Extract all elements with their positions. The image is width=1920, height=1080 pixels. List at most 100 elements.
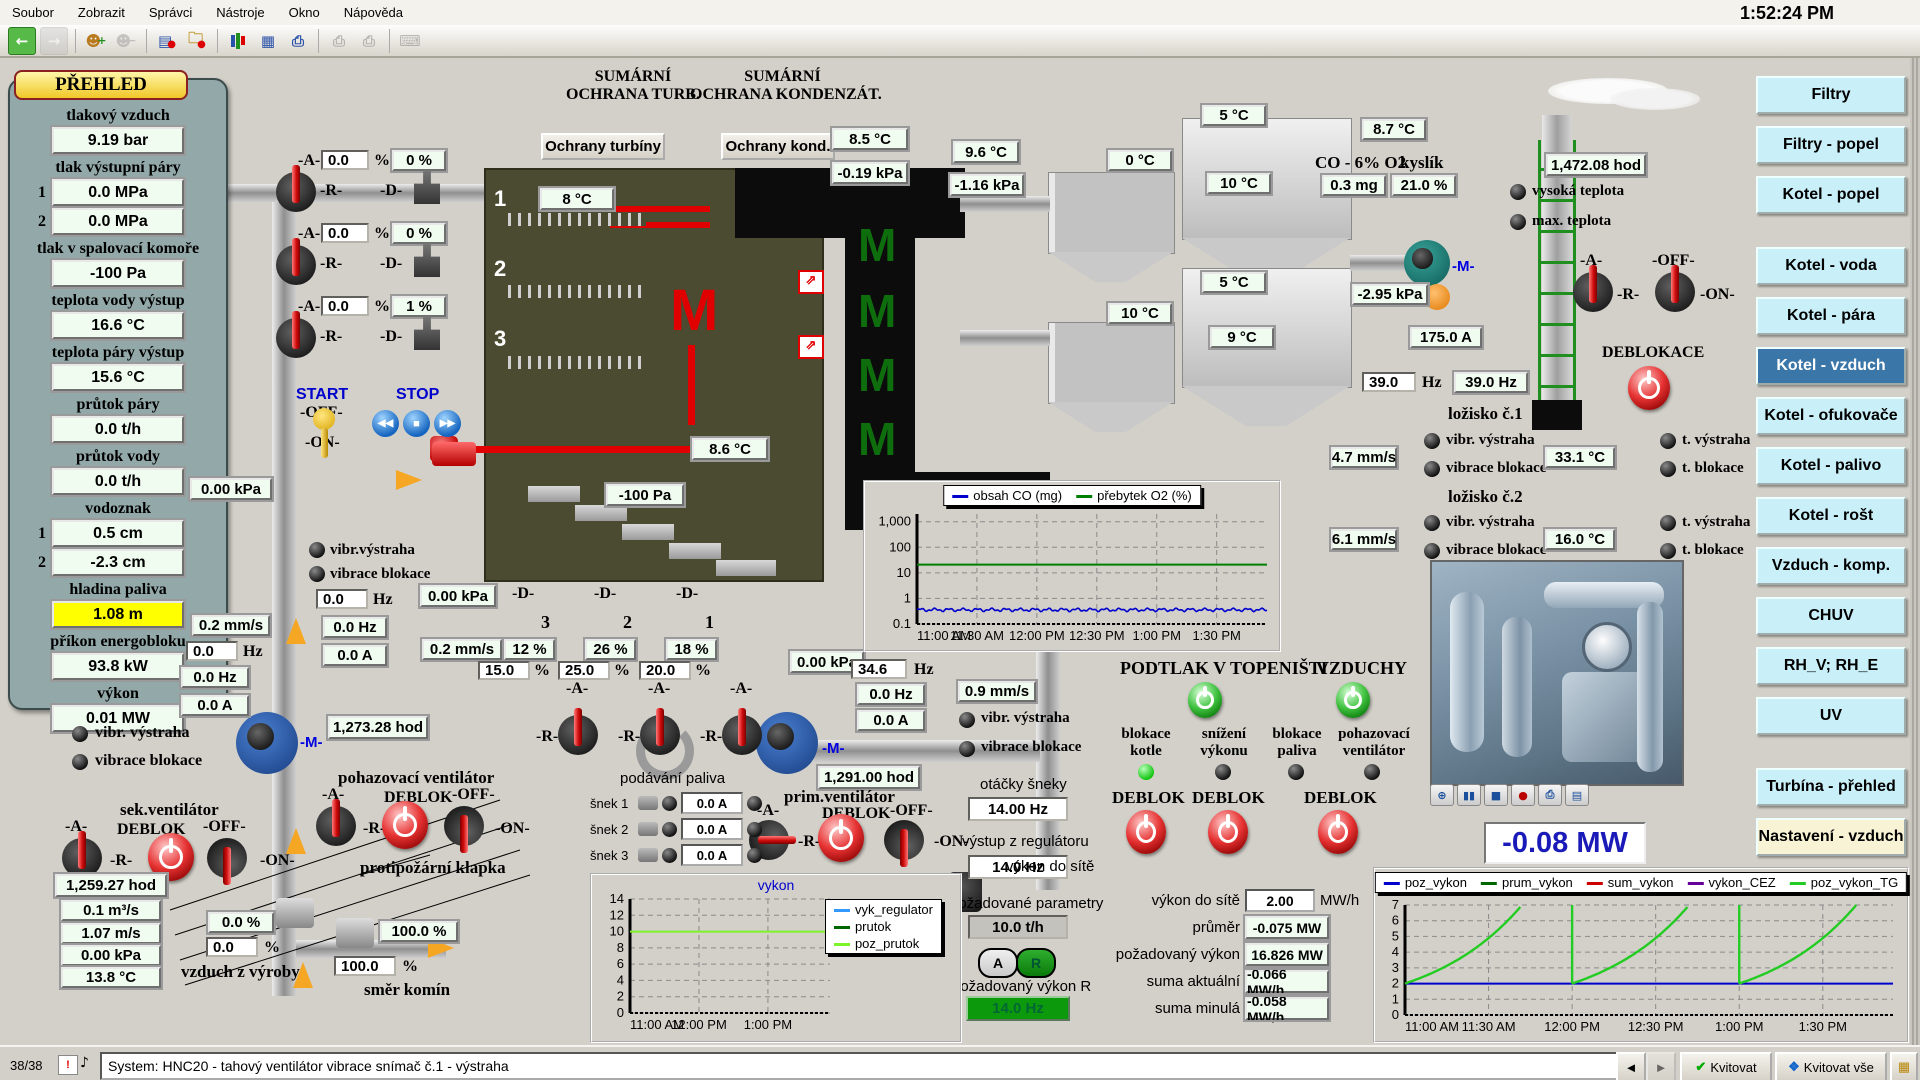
runtime-field: 1,291.00 hod — [818, 766, 920, 789]
deblok-button[interactable] — [1318, 810, 1358, 854]
current-field: 0.0 A — [323, 645, 387, 666]
auto-manual-knob[interactable] — [640, 715, 680, 755]
on-off-knob[interactable] — [444, 806, 484, 846]
alarm-list-button[interactable]: ▦ — [1890, 1052, 1918, 1080]
podtlak-on-button[interactable] — [1188, 682, 1222, 718]
deblok-button[interactable] — [818, 814, 864, 862]
deblokace-button[interactable] — [1628, 366, 1670, 410]
print-preview-icon[interactable]: ⎙ — [356, 28, 382, 54]
on-off-knob[interactable] — [207, 838, 247, 878]
save-icon[interactable]: ▤ — [1565, 784, 1589, 806]
menu-item-soubor[interactable]: Soubor — [0, 2, 66, 23]
key-switch[interactable] — [313, 408, 335, 430]
freq-input[interactable]: 39.0 — [1362, 372, 1416, 392]
forward-icon[interactable]: → — [40, 27, 68, 55]
nav-button-chuv[interactable]: CHUV — [1756, 597, 1906, 635]
on-off-knob[interactable] — [1655, 272, 1695, 312]
vibration-lock-label: vibrace blokace — [95, 752, 202, 770]
menu-item-okno[interactable]: Okno — [277, 2, 332, 23]
alarm-report-icon[interactable]: ▤● — [154, 28, 180, 54]
nav-button-kotel-voda[interactable]: Kotel - voda — [1756, 247, 1906, 285]
nav-button-turb-na-p-ehled[interactable]: Turbína - přehled — [1756, 768, 1906, 806]
nav-button-filtry[interactable]: Filtry — [1756, 76, 1906, 114]
next-alarm-button[interactable]: ► — [1646, 1052, 1676, 1080]
record-icon[interactable]: ● — [1511, 784, 1535, 806]
nav-button-uv[interactable]: UV — [1756, 697, 1906, 735]
auto-pill-button[interactable]: A — [978, 948, 1018, 978]
nav-button-vzduch-komp-[interactable]: Vzduch - komp. — [1756, 547, 1906, 585]
damper-input[interactable]: 20.0 — [639, 661, 691, 680]
menu-item-nápověda[interactable]: Nápověda — [332, 2, 415, 23]
nav-scrollbar[interactable] — [1910, 58, 1920, 1045]
auto-manual-knob[interactable] — [276, 172, 316, 212]
table-icon[interactable]: ▦ — [255, 28, 281, 54]
svg-text:4: 4 — [617, 972, 624, 987]
vzduchy-on-button[interactable] — [1336, 682, 1370, 718]
nav-button-rh-v-rh-e[interactable]: RH_V; RH_E — [1756, 647, 1906, 685]
sound-icon[interactable]: ♪ — [80, 1055, 94, 1073]
forward-button[interactable]: ▶▶ — [434, 410, 461, 437]
add-user-icon[interactable]: ☻+ — [83, 28, 109, 54]
keyboard-icon[interactable]: ⌨ — [397, 28, 423, 54]
ochrany-turbiny-button[interactable]: Ochrany turbíny — [541, 133, 665, 160]
auto-manual-knob[interactable] — [316, 806, 356, 846]
regulator-pill-button[interactable]: R — [1016, 948, 1056, 978]
alarm-folder-icon[interactable]: 🗀● — [184, 28, 210, 54]
net-power-display: -0.08 MW — [1484, 822, 1646, 864]
menu-item-zobrazit[interactable]: Zobrazit — [66, 2, 137, 23]
auto-manual-knob[interactable] — [722, 715, 762, 755]
menu-item-správci[interactable]: Správci — [137, 2, 204, 23]
deblok-button[interactable] — [1126, 810, 1166, 854]
power-input[interactable]: 2.00 — [1245, 889, 1315, 912]
menu-item-nástroje[interactable]: Nástroje — [204, 2, 276, 23]
on-off-knob[interactable] — [884, 820, 924, 860]
damper-input[interactable]: 25.0 — [558, 661, 610, 680]
prev-alarm-button[interactable]: ◄ — [1616, 1052, 1646, 1080]
damper-input[interactable]: 100.0 — [334, 956, 396, 976]
nav-button-kotel-popel[interactable]: Kotel - popel — [1756, 176, 1906, 214]
freq-input[interactable]: 0.0 — [186, 641, 238, 661]
print-report-icon[interactable]: ⎙ — [285, 28, 311, 54]
nav-button-kotel-palivo[interactable]: Kotel - palivo — [1756, 447, 1906, 485]
auto-manual-knob[interactable] — [1573, 272, 1613, 312]
nav-button-kotel-ro-t[interactable]: Kotel - rošt — [1756, 497, 1906, 535]
auto-manual-knob[interactable] — [558, 715, 598, 755]
freq-input[interactable]: 0.0 — [316, 589, 368, 609]
nav-button-filtry-popel[interactable]: Filtry - popel — [1756, 126, 1906, 164]
nav-button-kotel-ofukova-e[interactable]: Kotel - ofukovače — [1756, 397, 1906, 435]
freq-input[interactable]: 34.6 — [851, 659, 907, 679]
damper-input[interactable]: 0.0 — [321, 223, 369, 243]
pause-icon[interactable]: ▮▮ — [1457, 784, 1481, 806]
auto-manual-knob[interactable] — [276, 245, 316, 285]
damper-input[interactable]: 0.0 — [321, 296, 369, 316]
damper-position: 26 % — [585, 639, 636, 660]
kvitovat-vse-button[interactable]: ❖Kvitovat vše — [1775, 1052, 1887, 1080]
stop-icon[interactable]: ■ — [1484, 784, 1508, 806]
nav-button-kotel-p-ra[interactable]: Kotel - pára — [1756, 297, 1906, 335]
deblok-button[interactable] — [382, 801, 428, 849]
damper-input[interactable]: 0.0 — [321, 150, 369, 170]
auto-manual-knob[interactable] — [62, 838, 102, 878]
deblok-button[interactable] — [1208, 810, 1248, 854]
alarm-icon[interactable]: ! — [58, 1055, 78, 1075]
damper-input[interactable]: 15.0 — [478, 661, 530, 680]
print-icon[interactable]: ⎙ — [326, 28, 352, 54]
damper-input[interactable]: 0.0 — [206, 937, 258, 957]
remove-user-icon[interactable]: ☻− — [113, 28, 139, 54]
back-icon[interactable]: ← — [8, 27, 36, 55]
auto-manual-knob[interactable] — [276, 318, 316, 358]
legend-entry: sum_vykon — [1587, 875, 1674, 890]
ochrany-kond-button[interactable]: Ochrany kond. — [721, 133, 835, 160]
toolbar-separator — [146, 29, 147, 53]
manual-label: -R- — [536, 728, 558, 746]
zoom-in-icon[interactable]: ⊕ — [1430, 784, 1454, 806]
chart-icon[interactable] — [225, 28, 251, 54]
nav-button-kotel-vzduch[interactable]: Kotel - vzduch — [1756, 347, 1906, 385]
vysoka-teplota-led — [1510, 184, 1526, 200]
print-icon[interactable]: ⎙ — [1538, 784, 1562, 806]
stop-button[interactable]: ■ — [403, 410, 430, 437]
nav-button-nastaven-vzduch[interactable]: Nastavení - vzduch — [1756, 818, 1906, 856]
kvitovat-button[interactable]: ✔Kvitovat — [1680, 1052, 1772, 1080]
rewind-button[interactable]: ◀◀ — [372, 410, 399, 437]
svg-text:12:00 PM: 12:00 PM — [1544, 1019, 1600, 1034]
